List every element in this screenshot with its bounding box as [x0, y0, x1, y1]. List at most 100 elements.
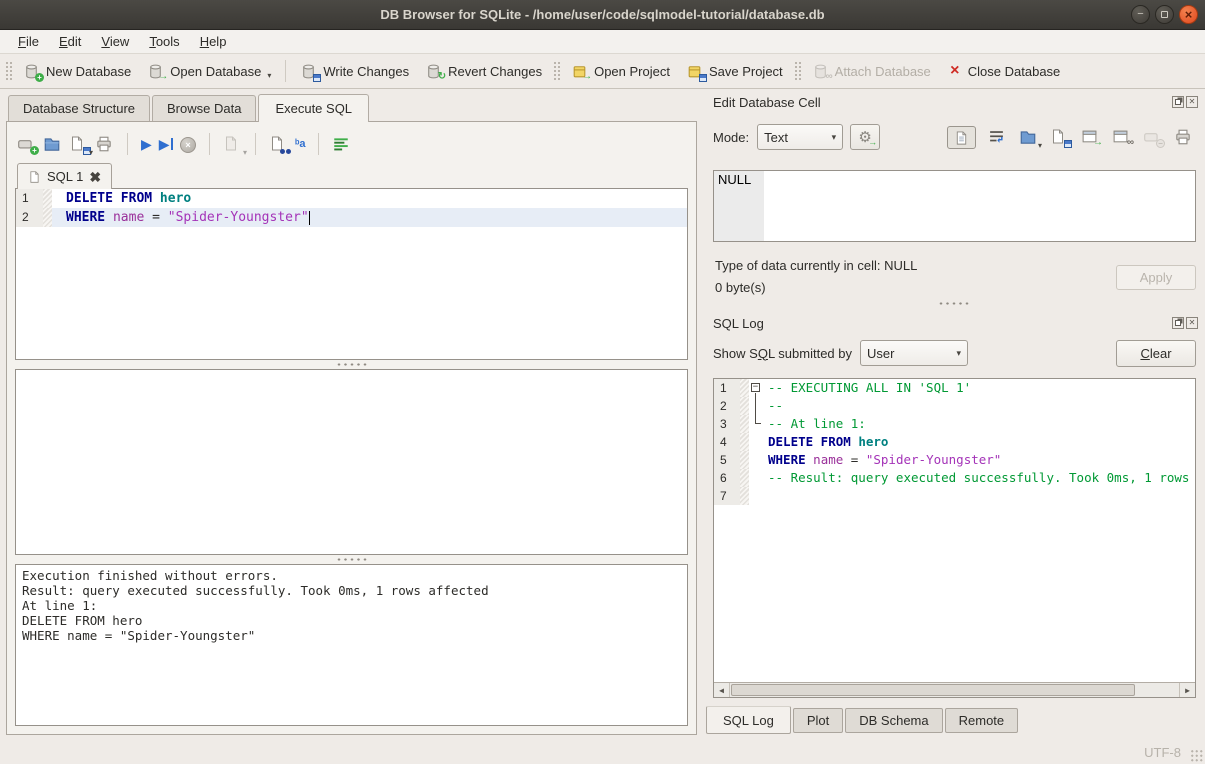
menu-tools[interactable]: Tools [139, 31, 189, 52]
link-icon[interactable]: ∞ [1112, 128, 1131, 146]
clear-log-button[interactable]: Clear [1116, 340, 1196, 367]
code-line[interactable]: 4DELETE FROM hero [714, 433, 1195, 451]
sql-1-tab[interactable]: SQL 1 ✖ [17, 163, 112, 189]
tab-remote[interactable]: Remote [945, 708, 1019, 733]
code-line[interactable]: 6-- Result: query executed successfully.… [714, 469, 1195, 487]
text-cursor [309, 211, 311, 225]
float-panel-icon[interactable] [1172, 317, 1184, 329]
code-line[interactable]: 1DELETE FROM hero [16, 189, 687, 208]
tab-execute-sql[interactable]: Execute SQL [258, 94, 369, 122]
stop-icon[interactable]: × [180, 137, 196, 153]
execute-current-line-icon[interactable]: ▶ [159, 135, 173, 153]
export-file-icon[interactable] [1050, 128, 1069, 146]
tab-plot[interactable]: Plot [793, 708, 843, 733]
open-external-icon[interactable]: → [1081, 128, 1100, 146]
print-cell-icon[interactable] [1174, 128, 1193, 146]
tab-sql-log[interactable]: SQL Log [706, 706, 791, 734]
tab-database-structure[interactable]: Database Structure [8, 95, 150, 121]
set-null-icon[interactable]: − [1143, 128, 1162, 146]
code-line[interactable]: 7 [714, 487, 1195, 505]
sql-editor[interactable]: 1DELETE FROM hero2WHERE name = "Spider-Y… [15, 188, 688, 360]
auto-switch-mode-button[interactable]: ⚙ → [850, 124, 880, 150]
scroll-right-icon[interactable]: ▶ [1179, 683, 1195, 697]
dock-splitter[interactable] [703, 301, 1205, 306]
import-file-icon[interactable]: ▾ [1019, 128, 1038, 146]
resize-grip[interactable] [1190, 749, 1203, 762]
open-database-button[interactable]: → Open Database ▾ [139, 59, 279, 84]
execute-all-icon[interactable]: ▶ [141, 135, 152, 153]
sql-log-view[interactable]: 1−-- EXECUTING ALL IN 'SQL 1'2--3 -- At l… [713, 378, 1196, 698]
results-grid[interactable] [15, 369, 688, 555]
line-number: 2 [16, 208, 43, 227]
code-text: WHERE name = "Spider-Youngster" [765, 451, 1195, 469]
open-sql-file-icon[interactable] [43, 135, 62, 153]
minimize-button[interactable]: − [1131, 5, 1150, 24]
revert-changes-button[interactable]: ↻ Revert Changes [417, 59, 550, 84]
cell-size-info: 0 byte(s) [715, 280, 766, 295]
database-new-icon: + [23, 63, 41, 80]
code-line[interactable]: 1−-- EXECUTING ALL IN 'SQL 1' [714, 379, 1195, 397]
auto-format-icon[interactable] [332, 135, 351, 153]
chevron-down-icon: ▾ [832, 132, 837, 143]
toolbar-grip[interactable] [5, 61, 12, 81]
code-line[interactable]: 2-- [714, 397, 1195, 415]
close-button[interactable]: × [1179, 5, 1198, 24]
save-sql-file-icon[interactable]: ▾ [69, 135, 88, 153]
cell-value-editor[interactable]: NULL [713, 170, 1196, 242]
cell-mode-row: Mode: Text ▾ ⚙ → ▾ [713, 123, 1193, 151]
toolbar-grip[interactable] [794, 61, 801, 81]
tab-browse-data[interactable]: Browse Data [152, 95, 256, 121]
code-line[interactable]: 3 -- At line 1: [714, 415, 1195, 433]
close-database-button[interactable]: × Close Database [939, 59, 1069, 83]
scrollbar-thumb[interactable] [731, 684, 1135, 696]
menu-view[interactable]: View [91, 31, 139, 52]
line-number: 3 [714, 415, 740, 433]
find-replace-icon[interactable] [269, 135, 288, 153]
word-wrap-icon[interactable] [988, 128, 1007, 146]
maximize-button[interactable] [1155, 5, 1174, 24]
code-line[interactable]: 5WHERE name = "Spider-Youngster" [714, 451, 1195, 469]
sql-toolbar: + ▾ ▶ ▶ × ▾ ᵇa [15, 130, 688, 158]
write-changes-button[interactable]: Write Changes [292, 59, 417, 84]
menu-file[interactable]: File [8, 31, 49, 52]
open-database-dropdown-caret[interactable]: ▾ [267, 71, 271, 80]
scroll-left-icon[interactable]: ◀ [714, 683, 730, 697]
line-number: 1 [16, 189, 43, 208]
horizontal-splitter[interactable] [15, 360, 688, 369]
toolbar-grip[interactable] [553, 61, 560, 81]
message-line: Execution finished without errors. [22, 568, 681, 583]
tab-db-schema[interactable]: DB Schema [845, 708, 942, 733]
maximize-icon [1161, 11, 1168, 18]
format-sql-icon[interactable]: ᵇa [295, 135, 305, 153]
sql-tab-bar: SQL 1 ✖ [15, 163, 688, 188]
execution-message-pane[interactable]: Execution finished without errors.Result… [15, 564, 688, 726]
mode-combobox[interactable]: Text ▾ [757, 124, 843, 150]
attach-database-button[interactable]: ∞ Attach Database [804, 59, 939, 84]
new-database-button[interactable]: + New Database [15, 59, 139, 84]
project-save-icon [686, 63, 704, 80]
project-open-icon: → [571, 63, 589, 80]
code-text: -- At line 1: [765, 415, 1195, 433]
text-mode-icon[interactable] [947, 126, 976, 149]
print-sql-icon[interactable] [95, 135, 114, 153]
save-project-button[interactable]: Save Project [678, 59, 791, 84]
open-project-button[interactable]: → Open Project [563, 59, 678, 84]
log-horizontal-scrollbar[interactable]: ◀ ▶ [714, 682, 1195, 697]
cell-type-info: Type of data currently in cell: NULL [715, 258, 917, 273]
menu-edit[interactable]: Edit [49, 31, 91, 52]
apply-button[interactable]: Apply [1116, 265, 1196, 290]
menu-help[interactable]: Help [190, 31, 237, 52]
close-panel-icon[interactable]: ✕ [1186, 96, 1198, 108]
dock-tab-bar: SQL Log Plot DB Schema Remote [706, 706, 1020, 734]
horizontal-splitter[interactable] [15, 555, 688, 564]
close-panel-icon[interactable]: ✕ [1186, 317, 1198, 329]
sql-log-filter-row: Show SQL submitted by User ▾ Clear [713, 339, 1196, 367]
database-attach-icon: ∞ [812, 63, 830, 80]
float-panel-icon[interactable] [1172, 96, 1184, 108]
save-results-icon[interactable]: ▾ [223, 135, 242, 153]
new-sql-tab-icon[interactable]: + [17, 135, 36, 153]
close-sql-tab-icon[interactable]: ✖ [89, 171, 101, 183]
code-line[interactable]: 2WHERE name = "Spider-Youngster" [16, 208, 687, 227]
fold-margin[interactable]: − [749, 379, 765, 397]
submitted-by-combobox[interactable]: User ▾ [860, 340, 968, 366]
